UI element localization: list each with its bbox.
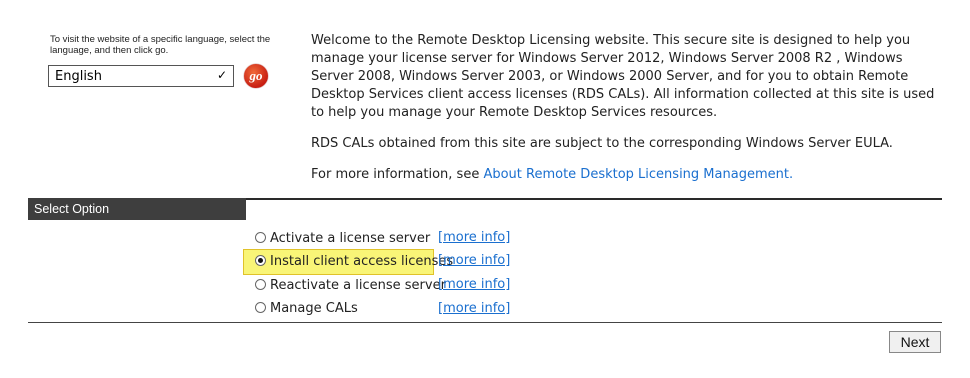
language-selected-value: English: [55, 69, 102, 84]
intro-paragraph-2: RDS CALs obtained from this site are sub…: [311, 136, 893, 151]
radio-manage[interactable]: [255, 302, 266, 313]
more-info-link-reactivate[interactable]: [more info]: [438, 277, 510, 292]
more-info-link-activate[interactable]: [more info]: [438, 230, 510, 245]
header-divider: [246, 198, 942, 200]
option-label: Reactivate a license server: [270, 278, 446, 293]
intro-paragraph-3-prefix: For more information, see: [311, 167, 484, 182]
bottom-divider: [28, 322, 942, 323]
select-option-header-bg: Select Option: [28, 198, 246, 220]
option-label: Install client access licenses: [270, 254, 454, 269]
radio-reactivate[interactable]: [255, 279, 266, 290]
language-select[interactable]: English ✓: [48, 65, 234, 87]
option-install-client-access-licenses[interactable]: Install client access licenses: [255, 254, 453, 274]
go-button[interactable]: go: [244, 64, 268, 88]
chevron-down-icon: ✓: [216, 68, 227, 82]
intro-paragraph-3: For more information, see About Remote D…: [311, 166, 943, 184]
select-option-title: Select Option: [34, 202, 110, 216]
intro-text: Welcome to the Remote Desktop Licensing …: [311, 32, 943, 182]
option-label: Activate a license server: [270, 231, 431, 246]
option-label: Manage CALs: [270, 301, 358, 316]
option-reactivate-license-server[interactable]: Reactivate a license server: [255, 278, 446, 298]
option-activate-license-server[interactable]: Activate a license server: [255, 231, 430, 251]
radio-activate[interactable]: [255, 232, 266, 243]
more-info-link-manage[interactable]: [more info]: [438, 301, 510, 316]
language-help-text: To visit the website of a specific langu…: [50, 34, 271, 56]
more-info-link-install[interactable]: [more info]: [438, 253, 510, 268]
intro-paragraph-1: Welcome to the Remote Desktop Licensing …: [311, 33, 935, 120]
radio-install[interactable]: [255, 255, 266, 266]
next-button[interactable]: Next: [889, 331, 941, 353]
about-licensing-link[interactable]: About Remote Desktop Licensing Managemen…: [483, 167, 793, 182]
select-option-header: Select Option: [28, 198, 942, 220]
option-manage-cals[interactable]: Manage CALs: [255, 301, 358, 321]
